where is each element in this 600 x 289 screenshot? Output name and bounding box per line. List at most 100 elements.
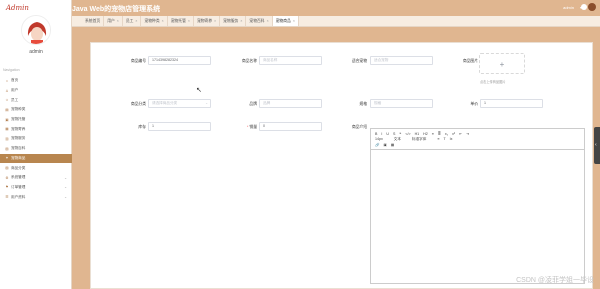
tab-label: 员工 (125, 18, 134, 23)
sidebar-item-4[interactable]: ▣ 宠物托管 (0, 115, 72, 125)
toolbar-button[interactable]: S (393, 132, 395, 136)
page-title: Java Web的宠物店管理系统 (72, 6, 161, 13)
brand-field[interactable]: 品牌 (259, 99, 322, 108)
home-icon: ⌂ (5, 78, 9, 83)
close-icon[interactable]: × (162, 19, 164, 23)
sidebar-item-label: 员工 (11, 97, 19, 102)
header-avatar[interactable] (581, 4, 587, 10)
toolbar-row-3: 🔗 ▣ ▦ (375, 142, 580, 148)
sales-field[interactable]: 0 (259, 122, 322, 131)
side-panel-handle[interactable]: ‹ (594, 127, 600, 164)
price-value: 1 (484, 101, 486, 105)
tab-label: 宠物种类 (144, 18, 160, 23)
tab-4[interactable]: 宠物托管 × (167, 16, 194, 26)
category-icon: ▤ (5, 107, 9, 112)
category-select[interactable]: 请选择商品分类 ⌄ (148, 99, 211, 108)
tab-bar: 系统首页 用户 × 员工 × 宠物种类 × 宠物托管 × 宠物寄养 × 宠物服务 × 宠物百科 × 宠物商品 × (72, 16, 600, 27)
close-icon[interactable]: × (188, 19, 190, 23)
sidebar-item-6[interactable]: ▥ 宠物服务 (0, 134, 72, 144)
heading-select[interactable]: 文本 (394, 137, 408, 142)
code-field[interactable]: 1714398282324 (148, 56, 211, 65)
avatar-icon (22, 16, 50, 44)
toolbar-button[interactable]: ≣ (438, 132, 441, 136)
chevron-down-icon: ⌄ (205, 101, 208, 105)
stock-field[interactable]: 1 (148, 122, 211, 131)
tab-6[interactable]: 宠物服务 × (220, 16, 247, 26)
sidebar-item-5[interactable]: ▦ 宠物寄养 (0, 124, 72, 134)
sidebar-item-label: 系统管理 (11, 175, 26, 180)
app-logo: Admin (6, 4, 29, 12)
sidebar-item-7[interactable]: ▧ 宠物百科 (0, 144, 72, 154)
toolbar-button[interactable]: ❝ (399, 132, 401, 136)
toolbar-button[interactable]: I (381, 132, 382, 136)
price-field[interactable]: 1 (480, 99, 543, 108)
toolbar-button[interactable]: </> (405, 132, 410, 136)
font-family-select[interactable]: 标准字体 (412, 137, 433, 142)
hosting-icon: ▣ (5, 117, 9, 122)
watermark: CSDN @凌菲学姐一毕设 (516, 277, 594, 284)
sidebar-item-11[interactable]: ⚑ 订单管理 ⌄ (0, 183, 72, 193)
intro-label: 商品介绍 (351, 125, 367, 129)
sidebar-item-1[interactable]: ♙ 用户 (0, 86, 72, 96)
origin-field[interactable]: 适合宠物 (370, 56, 433, 65)
toolbar-button[interactable]: ▦ (391, 143, 394, 147)
tab-8[interactable]: 宠物商品 × (272, 16, 299, 26)
chevron-left-icon: ‹ (595, 142, 597, 148)
tab-7[interactable]: 宠物百科 × (246, 16, 273, 26)
toolbar-button[interactable]: H1 (415, 132, 420, 136)
chevron-down-icon: ⌄ (64, 185, 67, 190)
close-icon[interactable]: × (135, 19, 137, 23)
sidebar-item-2[interactable]: ☺ 员工 (0, 95, 72, 105)
sidebar-item-3[interactable]: ▤ 宠物种类 (0, 105, 72, 115)
toolbar-button[interactable]: ▣ (383, 143, 386, 147)
tab-1[interactable]: 用户 × (104, 16, 123, 26)
close-icon[interactable]: × (267, 19, 269, 23)
stock-label: 库存 (138, 125, 146, 129)
tab-label: 宠物服务 (223, 18, 239, 23)
editor-content-area[interactable] (371, 150, 584, 283)
sidebar-nav: ⌂ 首页 ♙ 用户 ☺ 员工 ▤ 宠物种类 ▣ 宠物托管 ▦ 宠物寄养 ▥ 宠物服务 ▧ 宠物百科 ✦ 宠物商品 ▨… (0, 76, 72, 202)
toolbar-button[interactable]: ⇥ (466, 132, 469, 136)
sidebar-item-8[interactable]: ✦ 宠物商品 (0, 153, 72, 164)
tab-5[interactable]: 宠物寄养 × (193, 16, 221, 26)
name-placeholder: 商品名称 (263, 58, 278, 62)
sidebar-item-10[interactable]: ⚙ 系统管理 ⌄ (0, 173, 72, 183)
sales-label: * 销量 (227, 125, 257, 130)
sidebar-item-label: 宠物寄养 (11, 126, 26, 131)
close-icon[interactable]: × (293, 19, 295, 23)
tab-0[interactable]: 系统首页 (82, 16, 105, 26)
toolbar-button[interactable]: ≡ (437, 137, 439, 141)
font-size-select[interactable]: 14px (375, 137, 390, 141)
sidebar-item-0[interactable]: ⌂ 首页 (0, 76, 72, 86)
toolbar-button[interactable]: U (386, 132, 389, 136)
toolbar-button[interactable]: ≡ (432, 132, 434, 136)
header-admin-label[interactable]: admin (563, 5, 574, 10)
rich-text-editor[interactable]: B I U S ❝ </> H1 H2 ≡ ≣ x₂ x² ⇤ ⇥ 14px 文本 标准字体 ≡ T Ix 🔗… (370, 128, 585, 284)
sidebar-item-9[interactable]: ▨ 商品分类 (0, 163, 72, 173)
power-icon[interactable] (588, 3, 596, 11)
nav-title: Navigation (3, 68, 20, 72)
sidebar-item-12[interactable]: ☰ 用户资料 ⌄ (0, 192, 72, 202)
toolbar-button[interactable]: Ix (450, 137, 453, 141)
image-upload-button[interactable]: + (479, 53, 525, 74)
close-icon[interactable]: × (117, 19, 119, 23)
toolbar-button[interactable]: B (375, 132, 377, 136)
tab-2[interactable]: 员工 × (122, 16, 142, 26)
code-label: 商品编号 (130, 59, 146, 63)
close-icon[interactable]: × (240, 19, 242, 23)
upload-tip: 点击上传商品图片 (480, 80, 506, 84)
avatar[interactable] (21, 15, 51, 45)
toolbar-button[interactable]: 🔗 (375, 143, 379, 147)
toolbar-button[interactable]: x² (452, 132, 455, 136)
chevron-down-icon: ⌄ (64, 175, 67, 180)
name-field[interactable]: 商品名称 (259, 56, 322, 65)
tab-3[interactable]: 宠物种类 × (141, 16, 168, 26)
close-icon[interactable]: × (214, 19, 216, 23)
toolbar-button[interactable]: ⇤ (459, 132, 462, 136)
toolbar-button[interactable]: H2 (423, 132, 428, 136)
toolbar-button[interactable]: T (443, 137, 445, 141)
toolbar-button[interactable]: x₂ (445, 132, 448, 136)
spec-label: 规格 (359, 102, 367, 106)
sidebar-item-label: 用户 (11, 88, 19, 93)
spec-field[interactable]: 规格 (370, 99, 433, 108)
